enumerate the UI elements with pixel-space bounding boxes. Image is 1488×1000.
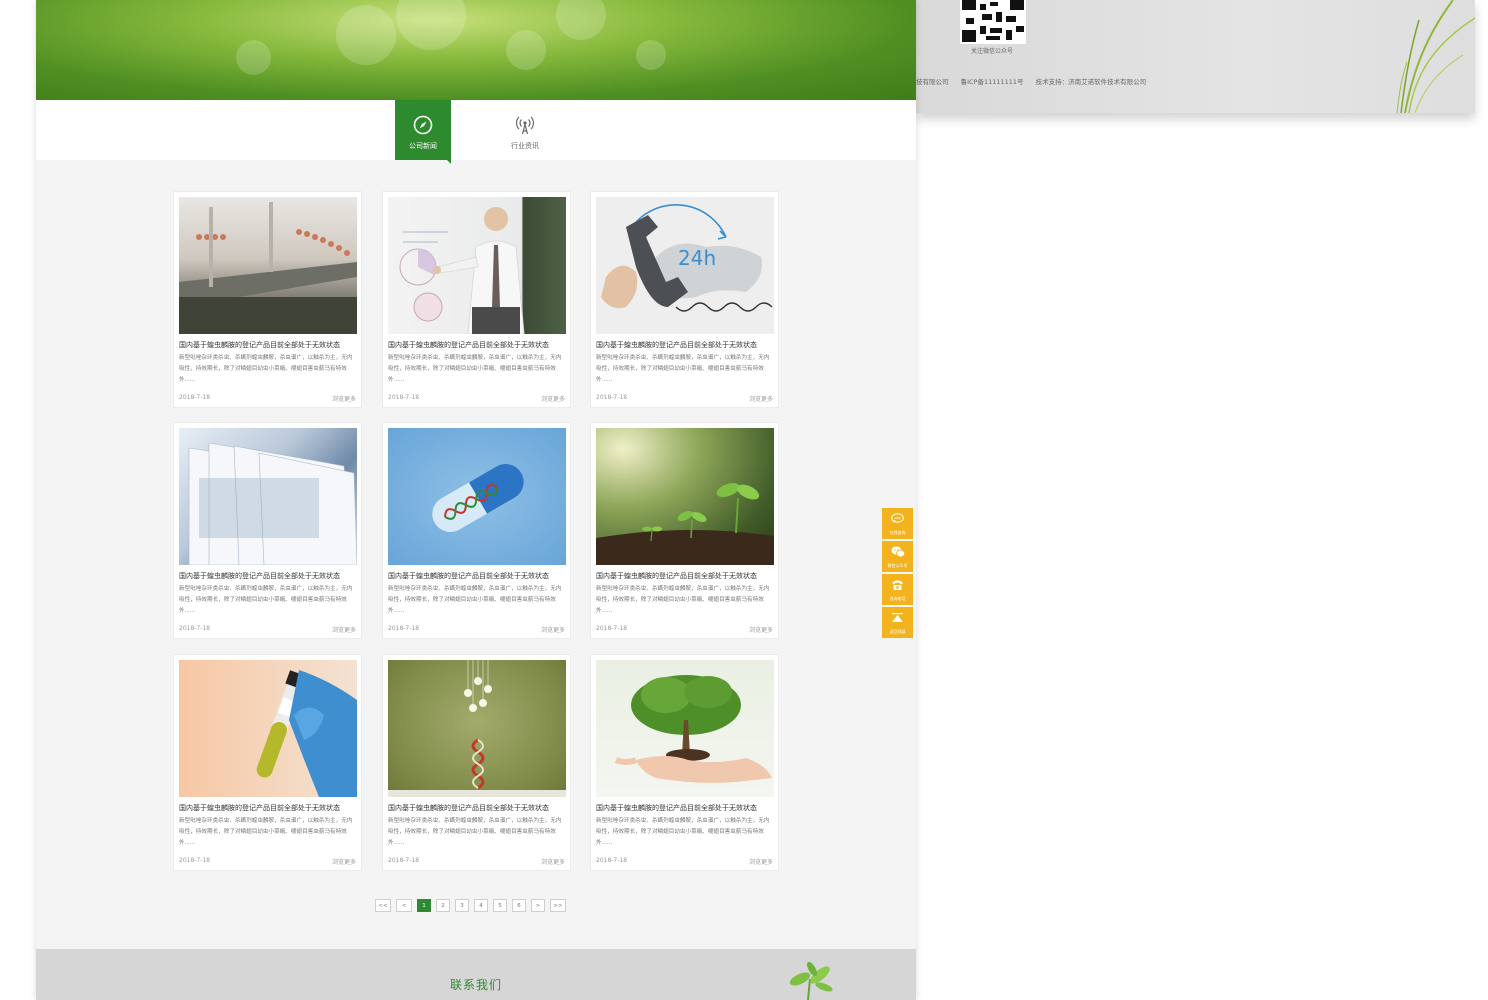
page-2-button[interactable]: 2 [436,899,450,912]
news-card[interactable]: 国内基于蝗虫麟胺的登记产品目前全部处于无效状态 新型吡唑杂环类杀虫、杀螨剂蝗虫麟… [590,654,779,871]
page-3-button[interactable]: 3 [455,899,469,912]
read-more-link[interactable]: 浏览更多 [332,857,356,866]
back-to-top-button[interactable]: 返回顶部 [882,607,913,638]
read-more-link[interactable]: 浏览更多 [541,857,565,866]
news-date: 2018-7-18 [179,625,211,632]
news-date: 2018-7-18 [388,857,420,864]
news-date: 2018-7-18 [596,625,628,632]
news-card[interactable]: 国内基于蝗虫麟胺的登记产品目前全部处于无效状态 新型吡唑杂环类杀虫、杀螨剂蝗虫麟… [382,654,571,871]
news-summary: 新型吡唑杂环类杀虫、杀螨剂蝗虫麟胺，杀虫谱广，以触杀为主，无内吸性，持效期长，除… [596,355,770,383]
read-more-link[interactable]: 浏览更多 [749,857,773,866]
tech-support-link[interactable]: 技术支持：济南艾诺软件技术有限公司 [1036,78,1147,86]
news-thumbnail-tree-hands[interactable] [596,660,774,797]
read-more-link[interactable]: 浏览更多 [332,625,356,634]
back-to-top-icon [892,613,903,622]
news-title[interactable]: 国内基于蝗虫麟胺的登记产品目前全部处于无效状态 [388,803,568,813]
news-title[interactable]: 国内基于蝗虫麟胺的登记产品目前全部处于无效状态 [596,803,776,813]
page-6-button[interactable]: 6 [512,899,526,912]
news-title[interactable]: 国内基于蝗虫麟胺的登记产品目前全部处于无效状态 [179,571,359,581]
news-thumbnail-documents[interactable] [179,428,357,565]
contact-title: 联系我们 [449,978,502,992]
news-title[interactable]: 国内基于蝗虫麟胺的登记产品目前全部处于无效状态 [388,340,568,350]
broadcast-antenna-icon [515,116,535,135]
news-summary: 新型吡唑杂环类杀虫、杀螨剂蝗虫麟胺，杀虫谱广，以触杀为主，无内吸性，持效期长，除… [596,818,770,846]
page-5-button[interactable]: 5 [493,899,507,912]
contact-section: 联系我们 [36,949,916,1000]
pagination: << < 1 2 3 4 5 6 > >> [375,899,566,912]
read-more-link[interactable]: 浏览更多 [541,625,565,634]
news-thumbnail-factory[interactable] [179,197,357,334]
top-banner [36,0,916,100]
first-page-button[interactable]: << [375,899,391,912]
icp-link[interactable]: 鲁ICP备11111111号 [961,78,1024,86]
news-thumbnail-presenter[interactable] [388,197,566,334]
sprout-decoration [789,961,833,1000]
read-more-link[interactable]: 浏览更多 [749,625,773,634]
news-title[interactable]: 国内基于蝗虫麟胺的登记产品目前全部处于无效状态 [179,803,359,813]
footer-info-line: 技有限公司 鲁ICP备11111111号 技术支持：济南艾诺软件技术有限公司 [916,76,1156,86]
floating-side-toolbar: 在线咨询 微信公众号 咨询电话 返回顶部 [882,508,913,640]
news-thumbnail-dna-capsule[interactable] [388,428,566,565]
page-1-button[interactable]: 1 [417,899,431,912]
news-summary: 新型吡唑杂环类杀虫、杀螨剂蝗虫麟胺，杀虫谱广，以触杀为主，无内吸性，持效期长，除… [179,355,353,383]
last-page-button[interactable]: >> [550,899,566,912]
news-thumbnail-test-tube[interactable] [179,660,357,797]
news-page: 公司新闻 行业资讯 国内基于蝗虫麟胺的登记产品目前全部处于无效状态 新型吡唑杂环… [36,0,916,1000]
news-summary: 新型吡唑杂环类杀虫、杀螨剂蝗虫麟胺，杀虫谱广，以触杀为主，无内吸性，持效期长，除… [596,586,770,614]
news-summary: 新型吡唑杂环类杀虫、杀螨剂蝗虫麟胺，杀虫谱广，以触杀为主，无内吸性，持效期长，除… [388,355,562,383]
news-title[interactable]: 国内基于蝗虫麟胺的登记产品目前全部处于无效状态 [596,571,776,581]
news-card[interactable]: 国内基于蝗虫麟胺的登记产品目前全部处于无效状态 新型吡唑杂环类杀虫、杀螨剂蝗虫麟… [173,422,362,639]
news-summary: 新型吡唑杂环类杀虫、杀螨剂蝗虫麟胺，杀虫谱广，以触杀为主，无内吸性，持效期长，除… [179,818,353,846]
toolbar-label: 在线咨询 [889,530,906,535]
toolbar-label: 返回顶部 [889,629,906,634]
news-thumbnail-phone-24h[interactable]: 24h [596,197,774,334]
news-title[interactable]: 国内基于蝗虫麟胺的登记产品目前全部处于无效状态 [179,340,359,350]
news-summary: 新型吡唑杂环类杀虫、杀螨剂蝗虫麟胺，杀虫谱广，以触杀为主，无内吸性，持效期长，除… [179,586,353,614]
toolbar-label: 微信公众号 [887,563,908,568]
compass-icon [413,115,433,135]
news-card[interactable]: 24h 国内基于蝗虫麟胺的登记产品目前全部处于无效状态 新型吡唑杂环类杀虫、杀螨… [590,191,779,408]
news-date: 2018-7-18 [596,857,628,864]
news-date: 2018-7-18 [388,394,420,401]
wechat-qr-code [960,0,1026,44]
news-card[interactable]: 国内基于蝗虫麟胺的登记产品目前全部处于无效状态 新型吡唑杂环类杀虫、杀螨剂蝗虫麟… [382,191,571,408]
news-card[interactable]: 国内基于蝗虫麟胺的登记产品目前全部处于无效状态 新型吡唑杂环类杀虫、杀螨剂蝗虫麟… [173,191,362,408]
news-title[interactable]: 国内基于蝗虫麟胺的登记产品目前全部处于无效状态 [388,571,568,581]
news-date: 2018-7-18 [388,625,420,632]
wechat-icon [891,546,905,558]
news-summary: 新型吡唑杂环类杀虫、杀螨剂蝗虫麟胺，杀虫谱广，以触杀为主，无内吸性，持效期长，除… [388,586,562,614]
tab-label: 公司新闻 [409,142,437,150]
read-more-link[interactable]: 浏览更多 [332,394,356,403]
toolbar-label: 咨询电话 [889,596,906,601]
prev-page-button[interactable]: < [396,899,412,912]
chat-bubble-icon [891,513,904,523]
news-date: 2018-7-18 [179,394,211,401]
news-date: 2018-7-18 [596,394,628,401]
phone-icon [892,580,903,590]
grass-decoration [1396,0,1475,113]
news-title[interactable]: 国内基于蝗虫麟胺的登记产品目前全部处于无效状态 [596,340,776,350]
news-card[interactable]: 国内基于蝗虫麟胺的登记产品目前全部处于无效状态 新型吡唑杂环类杀虫、杀螨剂蝗虫麟… [173,654,362,871]
consult-phone-button[interactable]: 咨询电话 [882,574,913,605]
tab-label: 行业资讯 [511,142,539,150]
image-24h-text: 24h [678,246,716,270]
news-card[interactable]: 国内基于蝗虫麟胺的登记产品目前全部处于无效状态 新型吡唑杂环类杀虫、杀螨剂蝗虫麟… [590,422,779,639]
online-consult-button[interactable]: 在线咨询 [882,508,913,539]
news-thumbnail-lightbulbs-dna[interactable] [388,660,566,797]
page-4-button[interactable]: 4 [474,899,488,912]
next-page-button[interactable]: > [531,899,545,912]
tab-company-news[interactable]: 公司新闻 [395,100,451,164]
wechat-official-button[interactable]: 微信公众号 [882,541,913,572]
news-date: 2018-7-18 [179,857,211,864]
footer-preview-panel: 关注微信公众号 技有限公司 鲁ICP备11111111号 技术支持：济南艾诺软件… [916,0,1475,113]
read-more-link[interactable]: 浏览更多 [541,394,565,403]
news-thumbnail-seedlings[interactable] [596,428,774,565]
tab-industry-news[interactable]: 行业资讯 [497,100,553,160]
news-card[interactable]: 国内基于蝗虫麟胺的登记产品目前全部处于无效状态 新型吡唑杂环类杀虫、杀螨剂蝗虫麟… [382,422,571,639]
qr-caption: 关注微信公众号 [970,48,1013,55]
read-more-link[interactable]: 浏览更多 [749,394,773,403]
news-category-tabs: 公司新闻 行业资讯 [36,100,916,164]
copyright-text: 技有限公司 [916,78,949,86]
news-summary: 新型吡唑杂环类杀虫、杀螨剂蝗虫麟胺，杀虫谱广，以触杀为主，无内吸性，持效期长，除… [388,818,562,846]
